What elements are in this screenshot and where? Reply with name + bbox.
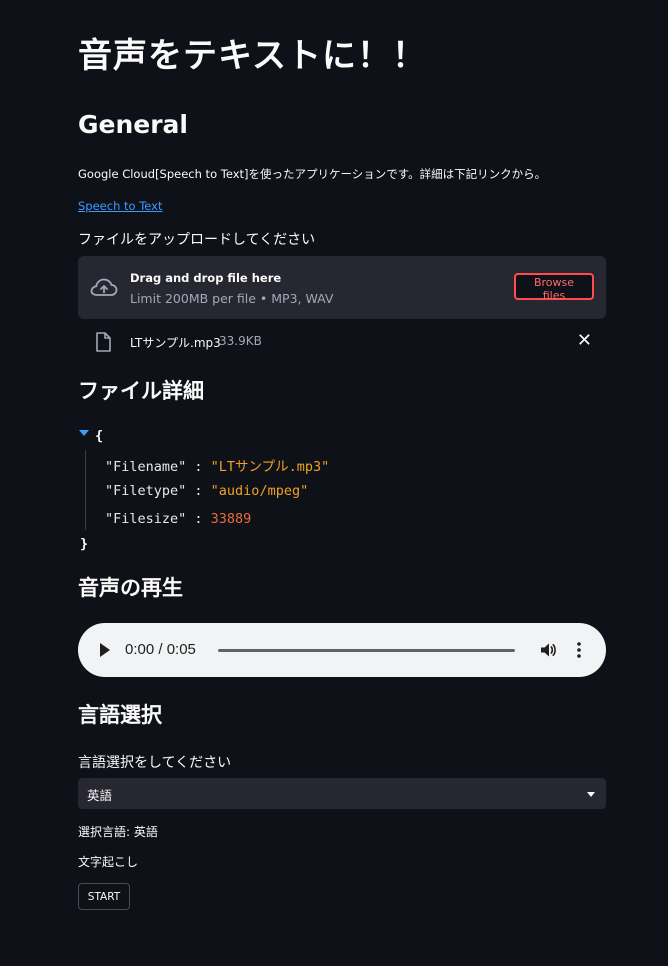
file-details-heading: ファイル詳細 [78, 379, 204, 403]
file-dropzone[interactable]: Drag and drop file here Limit 200MB per … [78, 256, 606, 319]
json-indent-guide [85, 450, 86, 530]
language-select[interactable]: 英語 [78, 778, 606, 809]
browse-files-button[interactable]: Browse files [514, 273, 594, 302]
upload-label: ファイルをアップロードしてください [78, 232, 316, 248]
start-button[interactable]: START [78, 883, 130, 910]
json-key: "Filename" [105, 459, 187, 475]
uploaded-file-size: 33.9KB [219, 334, 262, 348]
json-key: "Filetype" [105, 483, 187, 499]
json-row-filesize: "Filesize" : 33889 [105, 511, 251, 527]
file-icon [96, 332, 111, 352]
volume-icon[interactable] [539, 641, 557, 659]
json-value: 33889 [210, 511, 252, 527]
general-description: Google Cloud[Speech to Text]を使ったアプリケーション… [78, 167, 547, 181]
json-key: "Filesize" [105, 511, 187, 527]
json-row-filename: "Filename" : "LTサンプル.mp3" [105, 455, 329, 475]
json-brace-open: { [95, 428, 104, 444]
play-icon[interactable] [100, 643, 110, 657]
selected-language-text: 選択言語: 英語 [78, 825, 158, 839]
chevron-down-icon [587, 792, 595, 797]
transcribe-label: 文字起こし [78, 855, 139, 869]
dropzone-title: Drag and drop file here [130, 271, 282, 285]
language-heading: 言語選択 [78, 703, 162, 727]
close-icon[interactable]: ✕ [577, 330, 592, 351]
json-value: "audio/mpeg" [210, 483, 309, 499]
caret-down-icon[interactable] [79, 430, 89, 436]
json-separator: : [186, 483, 211, 499]
speech-to-text-link[interactable]: Speech to Text [78, 199, 162, 213]
json-separator: : [186, 459, 211, 475]
more-vert-icon[interactable] [575, 641, 583, 659]
language-select-value: 英語 [87, 788, 113, 803]
audio-player: 0:00 / 0:05 [78, 623, 606, 677]
json-separator: : [186, 511, 211, 527]
audio-heading: 音声の再生 [78, 576, 183, 600]
uploaded-file-name: LTサンプル.mp3 [130, 336, 221, 350]
page-title: 音声をテキストに！！ [78, 36, 427, 76]
uploaded-file-row: LTサンプル.mp3 33.9KB ✕ [78, 330, 606, 354]
dropzone-limit: Limit 200MB per file • MP3, WAV [130, 291, 334, 306]
json-value: "LTサンプル.mp3" [210, 459, 330, 475]
language-select-label: 言語選択をしてください [78, 755, 232, 771]
cloud-upload-icon [90, 278, 118, 296]
json-row-filetype: "Filetype" : "audio/mpeg" [105, 483, 308, 499]
general-heading: General [78, 110, 188, 139]
json-brace-close: } [80, 536, 89, 552]
audio-time: 0:00 / 0:05 [125, 641, 196, 658]
audio-progress-bar[interactable] [218, 649, 515, 652]
